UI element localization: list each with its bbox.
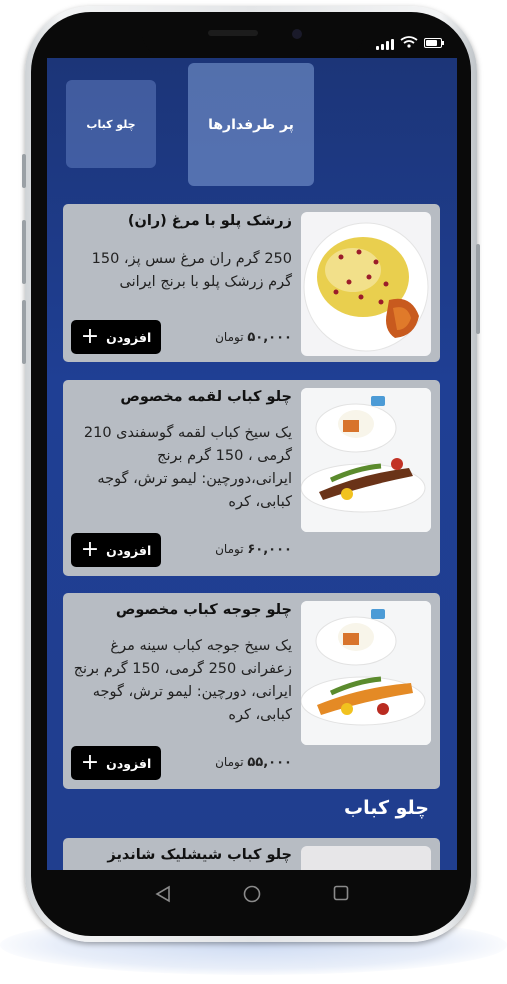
app-screen: چلو کباب پر طرفدارها زرشک پلو با مرغ (را… bbox=[47, 58, 457, 870]
saffron-rice-with-chicken-icon bbox=[301, 212, 431, 356]
item-description: یک سیخ کباب لقمه گوسفندی 210 گرمی ، 150 … bbox=[83, 425, 292, 510]
tab-label: چلو کباب bbox=[86, 117, 136, 131]
earpiece-speaker bbox=[208, 30, 258, 36]
currency-label: تومان bbox=[215, 755, 244, 769]
price-value: ۶۰,۰۰۰ bbox=[247, 542, 292, 557]
front-camera bbox=[292, 29, 302, 39]
back-icon[interactable] bbox=[155, 885, 171, 903]
chicken-kebab-plate-icon bbox=[301, 601, 431, 745]
item-price: ۵۵,۰۰۰ تومان bbox=[172, 755, 292, 770]
item-description: یک سیخ جوجه کباب سینه مرغ زعفرانی 250 گر… bbox=[73, 638, 292, 723]
section-title: چلو کباب bbox=[343, 797, 429, 819]
recent-apps-icon[interactable] bbox=[333, 885, 349, 901]
tab-label: پر طرفدارها bbox=[208, 116, 294, 133]
volume-down-button bbox=[22, 300, 26, 364]
signal-bar bbox=[391, 39, 394, 50]
plus-icon: + bbox=[80, 537, 100, 562]
android-nav-bar bbox=[47, 870, 457, 920]
item-description: 250 گرم ران مرغ سس پز، 150 گرم زرشک پلو … bbox=[91, 251, 292, 290]
add-button-label: افزودن bbox=[106, 755, 152, 771]
add-button[interactable]: افزودن + bbox=[71, 320, 161, 354]
item-price: ۵۰,۰۰۰ تومان bbox=[172, 330, 292, 345]
item-price: ۶۰,۰۰۰ تومان bbox=[172, 542, 292, 557]
tab-chelow-kabab[interactable]: چلو کباب bbox=[66, 80, 156, 168]
add-button-label: افزودن bbox=[106, 542, 152, 558]
kebab-plate-icon bbox=[301, 388, 431, 532]
status-bar bbox=[376, 36, 446, 50]
menu-item-card[interactable]: چلو کباب شیشلیک شاندیز bbox=[63, 838, 440, 870]
menu-item-card[interactable]: چلو جوجه کباب مخصوص یک سیخ جوجه کباب سین… bbox=[63, 593, 440, 789]
currency-label: تومان bbox=[215, 330, 244, 344]
item-title: چلو کباب لقمه مخصوص bbox=[120, 389, 292, 405]
price-value: ۵۵,۰۰۰ bbox=[247, 755, 292, 770]
add-button-label: افزودن bbox=[106, 329, 152, 345]
currency-label: تومان bbox=[215, 542, 244, 556]
menu-item-card[interactable]: چلو کباب لقمه مخصوص یک سیخ کباب لقمه گوس… bbox=[63, 380, 440, 576]
power-button bbox=[476, 244, 480, 334]
add-button[interactable]: افزودن + bbox=[71, 533, 161, 567]
volume-up-button bbox=[22, 220, 26, 284]
food-image bbox=[301, 846, 431, 870]
add-button[interactable]: افزودن + bbox=[71, 746, 161, 780]
home-icon[interactable] bbox=[243, 885, 261, 903]
battery-icon bbox=[424, 38, 442, 48]
item-title: چلو کباب شیشلیک شاندیز bbox=[107, 847, 292, 863]
signal-bar bbox=[376, 46, 379, 50]
signal-bar bbox=[386, 41, 389, 50]
plus-icon: + bbox=[80, 324, 100, 349]
item-title: چلو جوجه کباب مخصوص bbox=[115, 602, 292, 618]
item-title: زرشک پلو با مرغ (ران) bbox=[127, 213, 292, 229]
signal-bar bbox=[381, 44, 384, 50]
menu-item-card[interactable]: زرشک پلو با مرغ (ران) 250 گرم ران مرغ سس… bbox=[63, 204, 440, 362]
wifi-icon bbox=[400, 36, 418, 48]
plus-icon: + bbox=[80, 750, 100, 775]
silent-switch bbox=[22, 154, 26, 188]
tab-popular[interactable]: پر طرفدارها bbox=[188, 63, 314, 186]
price-value: ۵۰,۰۰۰ bbox=[247, 330, 292, 345]
